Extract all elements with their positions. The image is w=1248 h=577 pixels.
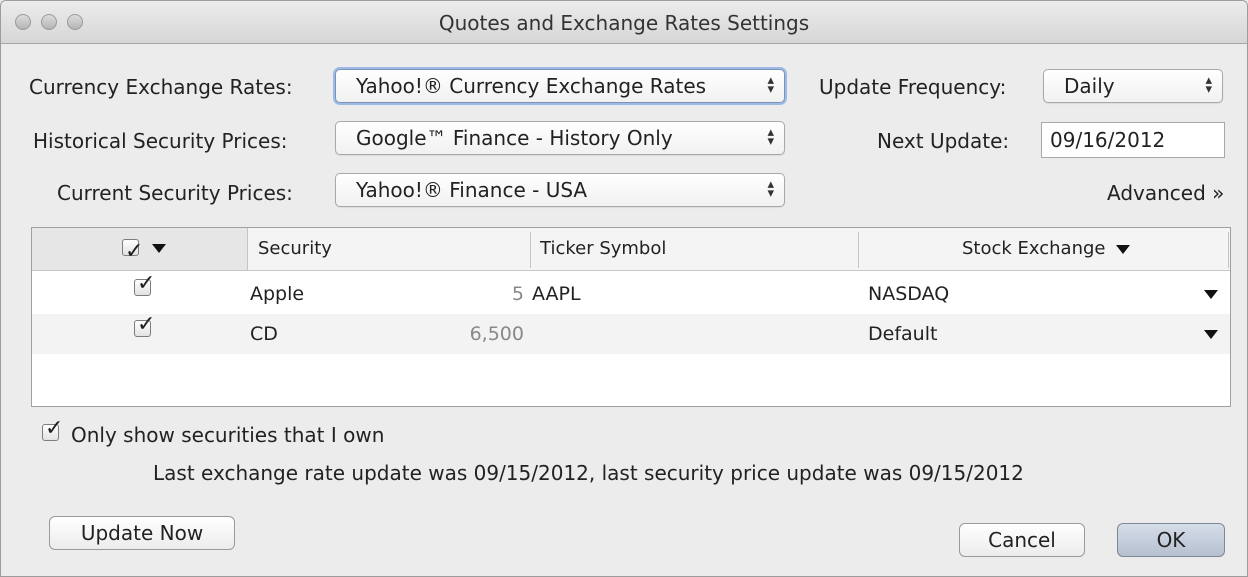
ticker-cell[interactable]	[532, 314, 852, 354]
table-header: Security Ticker Symbol Stock Exchange	[32, 228, 1230, 273]
historical-prices-label: Historical Security Prices:	[33, 129, 288, 153]
currency-rates-label: Currency Exchange Rates:	[29, 75, 293, 99]
popup-arrows-icon: ▴ ▾	[1205, 73, 1212, 97]
ok-button[interactable]: OK	[1117, 523, 1225, 557]
popup-arrows-icon: ▴ ▾	[767, 125, 774, 149]
exchange-cell[interactable]: NASDAQ	[868, 274, 1208, 314]
exchange-column-header[interactable]: Stock Exchange	[962, 228, 1112, 270]
securities-table: Security Ticker Symbol Stock Exchange Ap…	[31, 227, 1231, 407]
ticker-cell[interactable]: AAPL	[532, 274, 852, 314]
table-row[interactable]: CD 6,500 Default	[32, 312, 1230, 354]
security-cell: CD 6,500	[248, 314, 524, 354]
triangle-down-icon[interactable]	[152, 244, 166, 253]
historical-prices-value: Google™ Finance - History Only	[356, 126, 673, 150]
exchange-dropdown-icon[interactable]	[1204, 290, 1218, 299]
sort-triangle-icon[interactable]	[1116, 245, 1130, 254]
current-prices-popup[interactable]: Yahoo!® Finance - USA ▴ ▾	[335, 173, 785, 207]
update-frequency-popup[interactable]: Daily ▴ ▾	[1043, 69, 1223, 103]
current-prices-value: Yahoo!® Finance - USA	[356, 178, 588, 202]
advanced-link[interactable]: Advanced »	[1107, 181, 1224, 205]
currency-rates-value: Yahoo!® Currency Exchange Rates	[356, 74, 707, 98]
row-include-checkbox[interactable]	[134, 271, 155, 296]
historical-prices-popup[interactable]: Google™ Finance - History Only ▴ ▾	[335, 121, 785, 155]
current-prices-label: Current Security Prices:	[57, 181, 293, 205]
last-update-status: Last exchange rate update was 09/15/2012…	[153, 461, 1024, 485]
security-cell: Apple 5	[248, 274, 524, 314]
next-update-label: Next Update:	[877, 129, 1010, 153]
only-owned-checkbox[interactable]	[42, 416, 63, 441]
select-all-header[interactable]	[32, 228, 248, 273]
table-row[interactable]: Apple 5 AAPL NASDAQ	[32, 271, 1230, 314]
security-name: Apple	[250, 283, 305, 305]
title-bar[interactable]: Quotes and Exchange Rates Settings	[1, 1, 1247, 44]
next-update-field[interactable]: 09/16/2012	[1041, 122, 1225, 158]
column-divider	[1228, 232, 1229, 268]
row-include-checkbox[interactable]	[134, 312, 155, 337]
currency-rates-popup[interactable]: Yahoo!® Currency Exchange Rates ▴ ▾	[335, 69, 785, 103]
shares-count: 6,500	[469, 323, 524, 345]
shares-count: 5	[511, 283, 524, 305]
window-title: Quotes and Exchange Rates Settings	[438, 11, 810, 35]
only-owned-label[interactable]: Only show securities that I own	[71, 423, 384, 447]
column-divider	[858, 232, 859, 268]
exchange-dropdown-icon[interactable]	[1204, 330, 1218, 339]
update-frequency-value: Daily	[1064, 74, 1115, 98]
settings-window: Quotes and Exchange Rates Settings Curre…	[0, 0, 1248, 577]
select-all-checkbox[interactable]	[122, 231, 143, 273]
exchange-cell[interactable]: Default	[868, 314, 1208, 354]
update-now-button[interactable]: Update Now	[49, 516, 235, 550]
update-frequency-label: Update Frequency:	[819, 75, 1007, 99]
security-column-header[interactable]: Security	[258, 228, 528, 270]
security-name: CD	[250, 323, 278, 345]
ticker-column-header[interactable]: Ticker Symbol	[540, 228, 850, 270]
column-divider	[530, 232, 531, 268]
popup-arrows-icon: ▴ ▾	[767, 73, 774, 97]
popup-arrows-icon: ▴ ▾	[767, 177, 774, 201]
cancel-button[interactable]: Cancel	[959, 523, 1085, 557]
